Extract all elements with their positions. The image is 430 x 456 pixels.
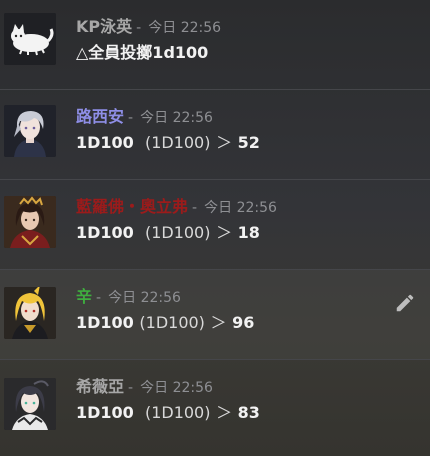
timestamp: 今日 22:56 (148, 20, 222, 36)
chat-message: KP泳英 - 今日 22:56 △全員投擲1d100 (0, 0, 430, 90)
dark-hair-girl-avatar-icon (4, 378, 56, 430)
separator: - (192, 200, 198, 216)
result-arrow: ＞ (216, 223, 233, 242)
avatar[interactable] (4, 13, 56, 65)
white-cat-avatar-icon (4, 13, 56, 65)
separator: - (128, 110, 134, 126)
dice-expression: (1D100) (144, 133, 211, 152)
dice-roll-result: 1D100 (1D100) ＞ 83 (76, 402, 260, 424)
sender-name[interactable]: 辛 (76, 287, 92, 306)
timestamp: 今日 22:56 (204, 200, 277, 216)
chat-message: 希薇亞 - 今日 22:56 1D100 (1D100) ＞ 83 (0, 360, 430, 450)
timestamp: 今日 22:56 (140, 380, 213, 396)
dice-roll-result: 1D100 (1D100) ＞ 52 (76, 132, 260, 154)
separator: - (128, 380, 134, 396)
result-arrow: ＞ (216, 403, 233, 422)
dice-notation: 1D100 (76, 313, 134, 332)
blonde-girl-avatar-icon (4, 287, 56, 339)
sender-name[interactable]: KP泳英 (76, 17, 132, 36)
dice-roll-result: 1D100 (1D100) ＞ 96 (76, 312, 254, 334)
chat-message: 藍羅佛・奧立弗 - 今日 22:56 1D100 (1D100) ＞ 18 (0, 180, 430, 270)
timestamp: 今日 22:56 (140, 110, 213, 126)
dice-result: 96 (232, 313, 255, 332)
dice-expression: (1D100) (144, 223, 211, 242)
avatar[interactable] (4, 196, 56, 248)
dice-result: 52 (237, 133, 260, 152)
chat-message: 辛- 今日 22:56 1D100 (1D100) ＞ 96 (0, 270, 430, 360)
result-arrow: ＞ (216, 133, 233, 152)
separator: - (136, 20, 142, 36)
dice-expression: (1D100) (139, 313, 205, 332)
avatar[interactable] (4, 378, 56, 430)
sender-name[interactable]: 藍羅佛・奧立弗 (76, 197, 188, 216)
avatar[interactable] (4, 105, 56, 157)
result-arrow: ＞ (210, 313, 227, 332)
timestamp: 今日 22:56 (108, 290, 181, 306)
dice-result: 18 (237, 223, 260, 242)
chat-feed: KP泳英 - 今日 22:56 △全員投擲1d100 路西安 - 今日 22:56 … (0, 0, 430, 456)
dice-roll-result: 1D100 (1D100) ＞ 18 (76, 222, 260, 244)
dark-hair-man-avatar-icon (4, 196, 56, 248)
message-text: △全員投擲1d100 (76, 43, 209, 62)
silver-hair-boy-avatar-icon (4, 105, 56, 157)
dice-expression: (1D100) (144, 403, 211, 422)
chat-message: 路西安 - 今日 22:56 1D100 (1D100) ＞ 52 (0, 90, 430, 180)
sender-name[interactable]: 希薇亞 (76, 377, 124, 396)
dice-notation: 1D100 (76, 133, 134, 152)
dice-notation: 1D100 (76, 223, 134, 242)
dice-result: 83 (237, 403, 260, 422)
dice-notation: 1D100 (76, 403, 134, 422)
pencil-icon[interactable] (394, 292, 416, 314)
separator: - (96, 290, 102, 306)
sender-name[interactable]: 路西安 (76, 107, 124, 126)
avatar[interactable] (4, 287, 56, 339)
